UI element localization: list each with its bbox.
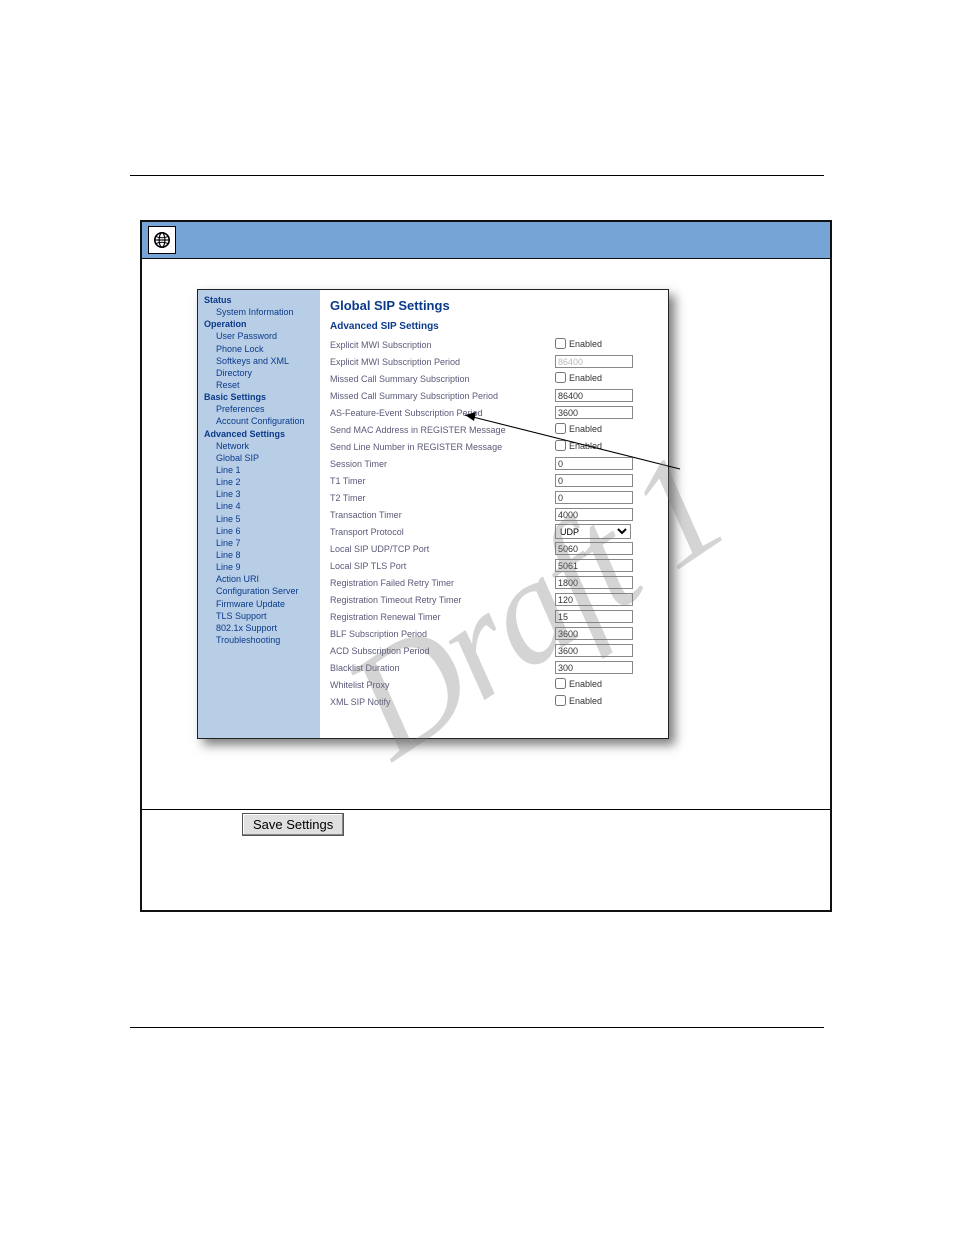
- label-reg-failed-retry: Registration Failed Retry Timer: [330, 578, 555, 588]
- label-local-sip-tls-port: Local SIP TLS Port: [330, 561, 555, 571]
- sidebar-item-global-sip[interactable]: Global SIP: [204, 452, 320, 464]
- sidebar-item-line6[interactable]: Line 6: [204, 525, 320, 537]
- checkbox-xml-sip-notify[interactable]: Enabled: [555, 695, 602, 706]
- sidebar-item-reset[interactable]: Reset: [204, 379, 320, 391]
- checkbox-send-mac-register[interactable]: Enabled: [555, 423, 602, 434]
- input-reg-renewal[interactable]: [555, 610, 633, 623]
- sidebar-item-line4[interactable]: Line 4: [204, 500, 320, 512]
- label-local-sip-udptcp-port: Local SIP UDP/TCP Port: [330, 544, 555, 554]
- label-transport-protocol: Transport Protocol: [330, 527, 555, 537]
- sidebar-item-line5[interactable]: Line 5: [204, 513, 320, 525]
- input-acd-period[interactable]: [555, 644, 633, 657]
- main-content: Global SIP Settings Advanced SIP Setting…: [320, 290, 668, 738]
- label-explicit-mwi-sub: Explicit MWI Subscription: [330, 340, 555, 350]
- sidebar-item-troubleshooting[interactable]: Troubleshooting: [204, 634, 320, 646]
- label-t1-timer: T1 Timer: [330, 476, 555, 486]
- label-whitelist-proxy: Whitelist Proxy: [330, 680, 555, 690]
- input-t2-timer[interactable]: [555, 491, 633, 504]
- sidebar-item-line3[interactable]: Line 3: [204, 488, 320, 500]
- label-send-line-register: Send Line Number in REGISTER Message: [330, 442, 555, 452]
- sidebar-item-line2[interactable]: Line 2: [204, 476, 320, 488]
- label-missed-call-period: Missed Call Summary Subscription Period: [330, 391, 555, 401]
- label-reg-renewal: Registration Renewal Timer: [330, 612, 555, 622]
- sidebar-item-user-password[interactable]: User Password: [204, 330, 320, 342]
- input-as-feature-event-period[interactable]: [555, 406, 633, 419]
- sidebar-item-firmware-update[interactable]: Firmware Update: [204, 598, 320, 610]
- select-transport-protocol[interactable]: UDP: [555, 524, 631, 539]
- sidebar-item-softkeys-xml[interactable]: Softkeys and XML: [204, 355, 320, 367]
- label-blf-period: BLF Subscription Period: [330, 629, 555, 639]
- titlebar: [142, 222, 830, 259]
- label-as-feature-event-period: AS-Feature-Event Subscription Period: [330, 408, 555, 418]
- label-explicit-mwi-period: Explicit MWI Subscription Period: [330, 357, 555, 367]
- label-missed-call-sub: Missed Call Summary Subscription: [330, 374, 555, 384]
- globe-icon: [148, 226, 176, 254]
- input-session-timer[interactable]: [555, 457, 633, 470]
- page-title: Global SIP Settings: [330, 298, 658, 313]
- input-blacklist-duration[interactable]: [555, 661, 633, 674]
- sidebar-header-status: Status: [204, 294, 320, 306]
- checkbox-send-line-register[interactable]: Enabled: [555, 440, 602, 451]
- sidebar-item-directory[interactable]: Directory: [204, 367, 320, 379]
- label-blacklist-duration: Blacklist Duration: [330, 663, 555, 673]
- label-xml-sip-notify: XML SIP Notify: [330, 697, 555, 707]
- sidebar-item-line9[interactable]: Line 9: [204, 561, 320, 573]
- input-explicit-mwi-period[interactable]: [555, 355, 633, 368]
- sidebar-item-tls-support[interactable]: TLS Support: [204, 610, 320, 622]
- sidebar-item-action-uri[interactable]: Action URI: [204, 573, 320, 585]
- sidebar-item-network[interactable]: Network: [204, 440, 320, 452]
- input-local-sip-tls-port[interactable]: [555, 559, 633, 572]
- section-title: Advanced SIP Settings: [330, 321, 658, 332]
- label-session-timer: Session Timer: [330, 459, 555, 469]
- sidebar-item-preferences[interactable]: Preferences: [204, 403, 320, 415]
- label-transaction-timer: Transaction Timer: [330, 510, 555, 520]
- label-send-mac-register: Send MAC Address in REGISTER Message: [330, 425, 555, 435]
- sidebar-item-line7[interactable]: Line 7: [204, 537, 320, 549]
- input-missed-call-period[interactable]: [555, 389, 633, 402]
- input-blf-period[interactable]: [555, 627, 633, 640]
- checkbox-whitelist-proxy[interactable]: Enabled: [555, 678, 602, 689]
- sidebar-header-advanced: Advanced Settings: [204, 428, 320, 440]
- sidebar-header-basic: Basic Settings: [204, 391, 320, 403]
- input-transaction-timer[interactable]: [555, 508, 633, 521]
- sidebar-item-line1[interactable]: Line 1: [204, 464, 320, 476]
- sidebar-item-account-configuration[interactable]: Account Configuration: [204, 415, 320, 427]
- sidebar-item-configuration-server[interactable]: Configuration Server: [204, 585, 320, 597]
- sidebar-item-system-information[interactable]: System Information: [204, 306, 320, 318]
- sidebar-item-8021x-support[interactable]: 802.1x Support: [204, 622, 320, 634]
- input-t1-timer[interactable]: [555, 474, 633, 487]
- input-reg-timeout-retry[interactable]: [555, 593, 633, 606]
- settings-panel: Status System Information Operation User…: [197, 289, 669, 739]
- input-reg-failed-retry[interactable]: [555, 576, 633, 589]
- sidebar: Status System Information Operation User…: [198, 290, 320, 738]
- checkbox-missed-call-sub[interactable]: Enabled: [555, 372, 602, 383]
- checkbox-explicit-mwi-sub[interactable]: Enabled: [555, 338, 602, 349]
- label-t2-timer: T2 Timer: [330, 493, 555, 503]
- sidebar-item-phone-lock[interactable]: Phone Lock: [204, 343, 320, 355]
- sidebar-item-line8[interactable]: Line 8: [204, 549, 320, 561]
- label-reg-timeout-retry: Registration Timeout Retry Timer: [330, 595, 555, 605]
- sidebar-header-operation: Operation: [204, 318, 320, 330]
- label-acd-period: ACD Subscription Period: [330, 646, 555, 656]
- app-window: Status System Information Operation User…: [140, 220, 832, 912]
- input-local-sip-udptcp-port[interactable]: [555, 542, 633, 555]
- save-settings-button[interactable]: Save Settings: [242, 813, 344, 836]
